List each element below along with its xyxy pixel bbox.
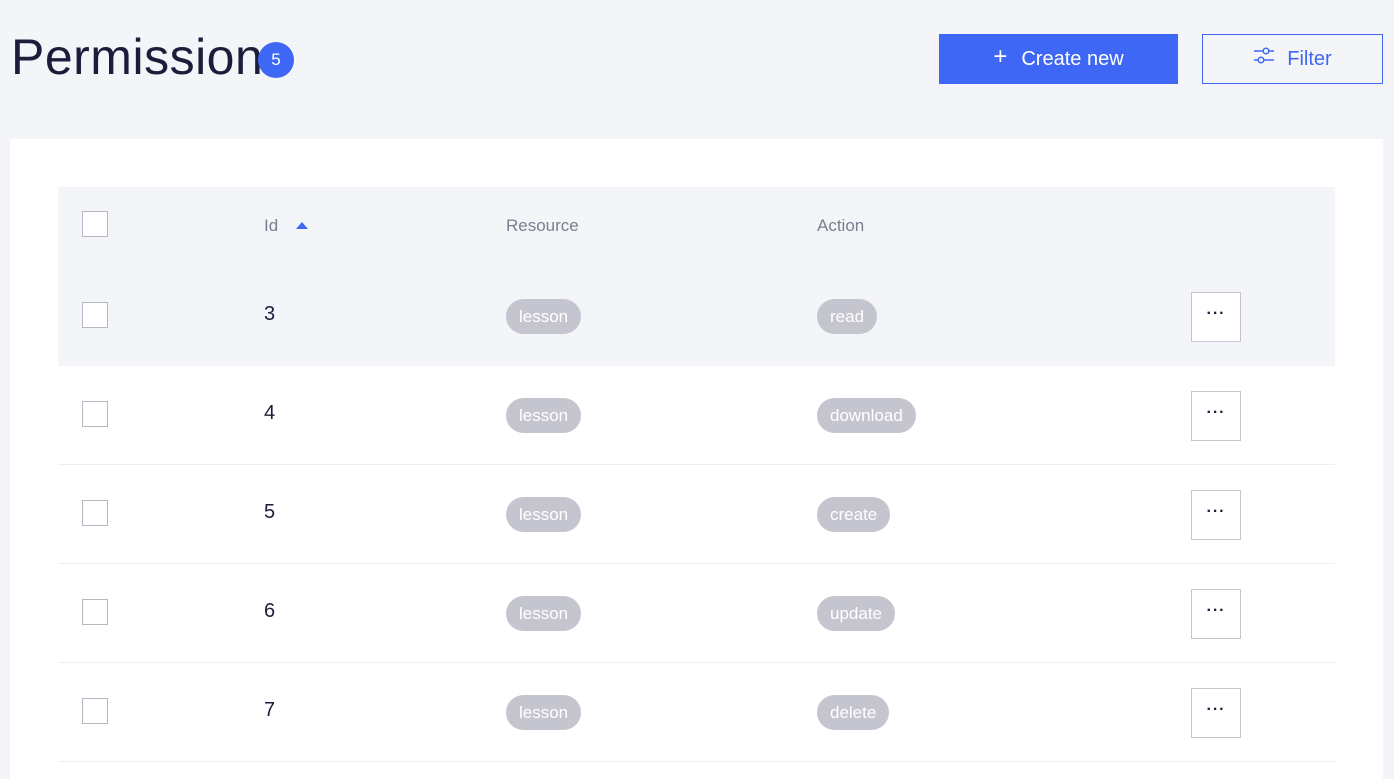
column-header-id[interactable]: Id: [264, 216, 309, 236]
filter-label: Filter: [1287, 47, 1332, 70]
more-icon: ···: [1206, 701, 1226, 718]
column-header-resource: Resource: [506, 216, 579, 235]
table-row[interactable]: 5 lesson create ···: [58, 465, 1335, 564]
more-icon: ···: [1206, 404, 1226, 421]
resource-chip: lesson: [506, 596, 582, 631]
more-actions-button[interactable]: ···: [1191, 292, 1241, 342]
more-actions-button[interactable]: ···: [1191, 490, 1241, 540]
cell-id: 7: [264, 699, 276, 721]
page-header: Permission 5 + Create new Filter: [0, 0, 1394, 120]
table-row[interactable]: 4 lesson download ···: [58, 366, 1335, 465]
resource-chip: lesson: [506, 497, 582, 532]
select-all-checkbox[interactable]: [82, 211, 108, 237]
row-checkbox[interactable]: [82, 302, 108, 328]
filter-button[interactable]: Filter: [1202, 34, 1383, 84]
permissions-table: Id Resource Action 3 lesson read ··· 4 l…: [58, 187, 1335, 762]
table-row[interactable]: 3 lesson read ···: [58, 267, 1335, 366]
sort-up-icon: [296, 221, 309, 229]
more-actions-button[interactable]: ···: [1191, 688, 1241, 738]
permissions-card: Id Resource Action 3 lesson read ··· 4 l…: [10, 139, 1383, 779]
more-actions-button[interactable]: ···: [1191, 391, 1241, 441]
column-header-id-label: Id: [264, 216, 279, 235]
row-checkbox[interactable]: [82, 500, 108, 526]
cell-id: 3: [264, 303, 276, 325]
row-checkbox[interactable]: [82, 401, 108, 427]
action-chip: create: [817, 497, 891, 532]
count-badge: 5: [258, 42, 294, 78]
more-icon: ···: [1206, 602, 1226, 619]
sliders-icon: [1253, 46, 1275, 72]
action-chip: read: [817, 299, 878, 334]
more-icon: ···: [1206, 503, 1226, 520]
row-checkbox[interactable]: [82, 599, 108, 625]
page-title: Permission: [11, 29, 264, 85]
table-header: Id Resource Action: [58, 187, 1335, 267]
row-checkbox[interactable]: [82, 698, 108, 724]
more-icon: ···: [1206, 305, 1226, 322]
cell-id: 4: [264, 402, 276, 424]
more-actions-button[interactable]: ···: [1191, 589, 1241, 639]
action-chip: update: [817, 596, 895, 631]
resource-chip: lesson: [506, 398, 582, 433]
action-chip: delete: [817, 695, 890, 730]
cell-id: 6: [264, 600, 276, 622]
action-chip: download: [817, 398, 916, 433]
resource-chip: lesson: [506, 299, 582, 334]
create-new-button[interactable]: + Create new: [939, 34, 1178, 84]
plus-icon: +: [993, 43, 1008, 70]
table-row[interactable]: 6 lesson update ···: [58, 564, 1335, 663]
table-row[interactable]: 7 lesson delete ···: [58, 663, 1335, 762]
resource-chip: lesson: [506, 695, 582, 730]
create-new-label: Create new: [1021, 47, 1124, 70]
column-header-action: Action: [817, 216, 865, 235]
cell-id: 5: [264, 501, 276, 523]
